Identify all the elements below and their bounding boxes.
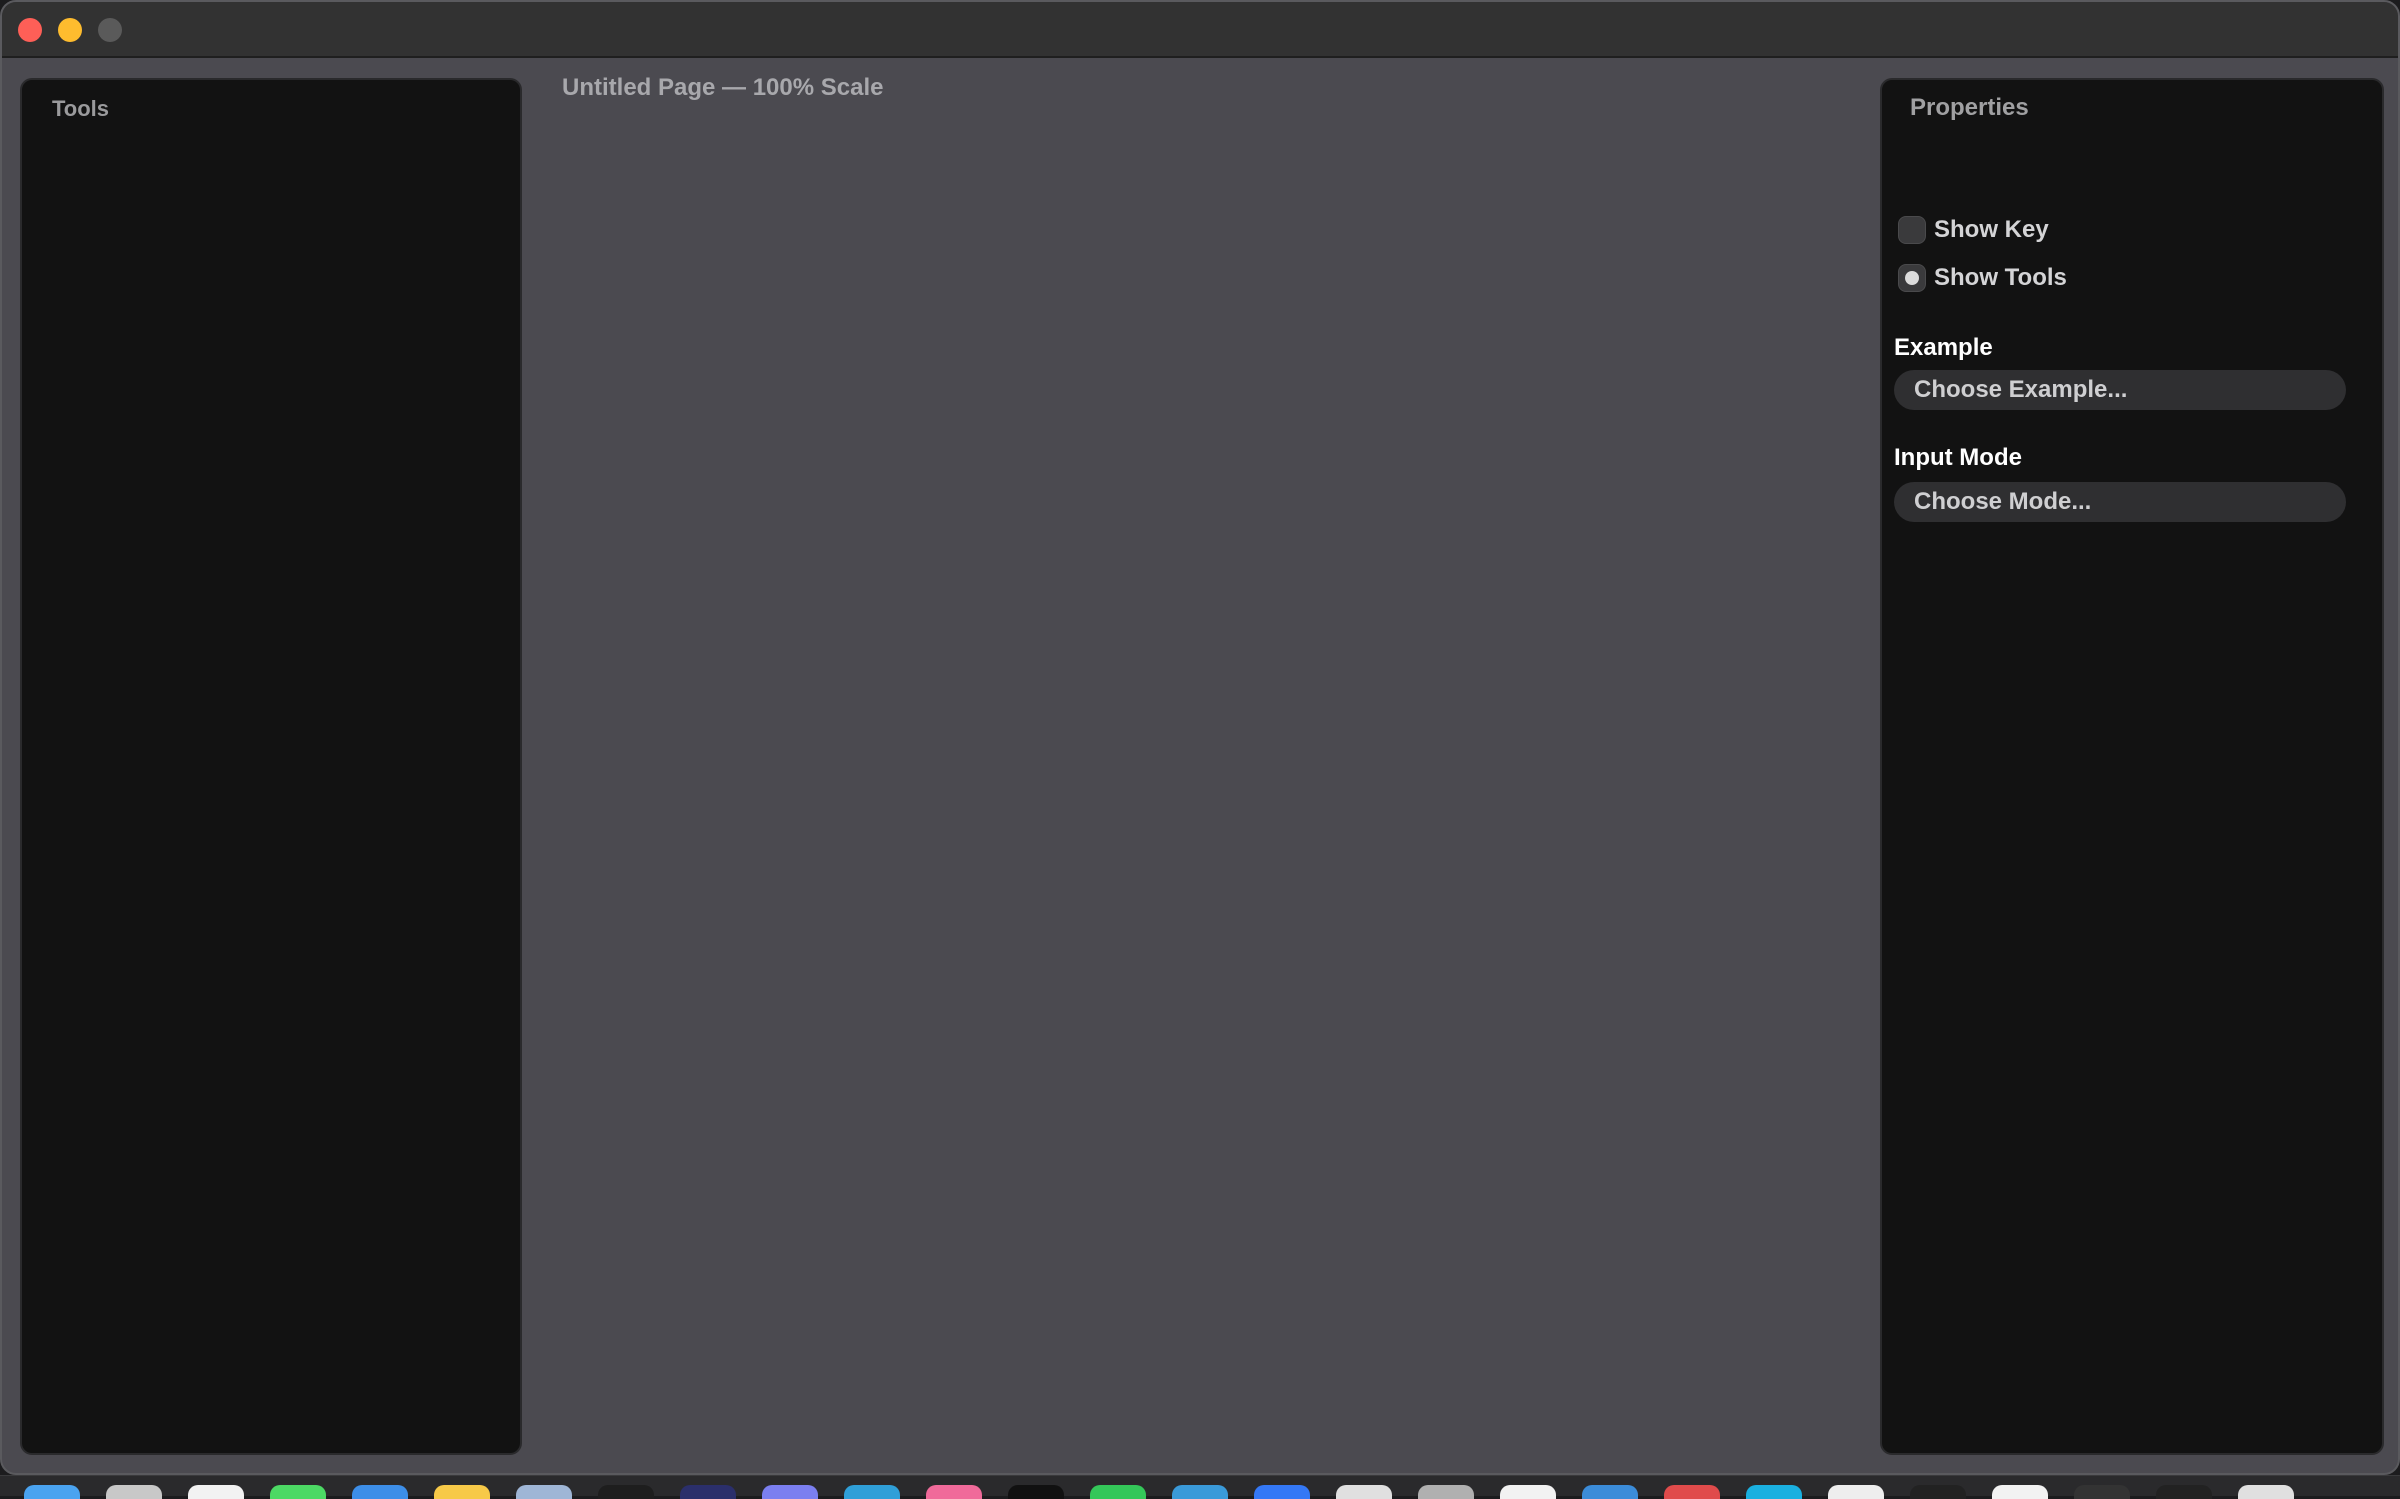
title-bar [2,2,2398,58]
example-section-label: Example [1894,334,1993,361]
app-icon[interactable] [1090,1485,1146,1499]
checkbox-checked[interactable] [1898,264,1926,292]
app-icon[interactable] [1336,1485,1392,1499]
app-icon[interactable] [1992,1485,2048,1499]
close-window-button[interactable] [18,18,42,42]
dock [0,1475,2400,1499]
show-key-checkbox[interactable]: Show Key [1898,214,2049,246]
folder-icon[interactable] [352,1485,408,1499]
inspector-panel: Properties Show Key Show Tools Example C… [1880,78,2384,1455]
show-tools-label: Show Tools [1934,264,2067,291]
app-icon[interactable] [1172,1485,1228,1499]
finder-icon[interactable] [24,1485,80,1499]
show-tools-checkbox[interactable]: Show Tools [1898,262,2067,294]
app-icon[interactable] [2238,1485,2294,1499]
input-section-label: Input Mode [1894,444,2022,471]
show-key-label: Show Key [1934,216,2049,243]
document-title: Untitled Page — 100% Scale [562,74,884,101]
messages-icon[interactable] [270,1485,326,1499]
inspector-title: Properties [1910,94,2029,121]
app-icon[interactable] [1008,1485,1064,1499]
maximize-window-button[interactable] [98,18,122,42]
photos-icon[interactable] [926,1485,982,1499]
example-selector[interactable]: Choose Example... [1894,370,2346,410]
app-window: Tools Untitled Page — 100% Scale Propert… [0,0,2400,1475]
app-icon[interactable] [1746,1485,1802,1499]
discord-icon[interactable] [762,1485,818,1499]
app-icon[interactable] [844,1485,900,1499]
checkbox-unchecked[interactable] [1898,216,1926,244]
notes-icon[interactable] [434,1485,490,1499]
preview-icon[interactable] [516,1485,572,1499]
app-icon[interactable] [1664,1485,1720,1499]
minimize-window-button[interactable] [58,18,82,42]
app-icon[interactable] [2156,1485,2212,1499]
tools-panel-title: Tools [52,96,110,121]
app-icon[interactable] [1910,1485,1966,1499]
app-icon[interactable] [1418,1485,1474,1499]
terminal-icon[interactable] [598,1485,654,1499]
tools-panel: Tools [20,78,522,1455]
input-mode-selector[interactable]: Choose Mode... [1894,482,2346,522]
launchpad-icon[interactable] [106,1485,162,1499]
app-icon[interactable] [1582,1485,1638,1499]
app-icon[interactable] [1254,1485,1310,1499]
app-icon[interactable] [1828,1485,1884,1499]
app-icon[interactable] [1500,1485,1556,1499]
checked-dot-icon [1905,271,1919,285]
app-icon[interactable] [2074,1485,2130,1499]
app-icon[interactable] [680,1485,736,1499]
safari-icon[interactable] [188,1485,244,1499]
